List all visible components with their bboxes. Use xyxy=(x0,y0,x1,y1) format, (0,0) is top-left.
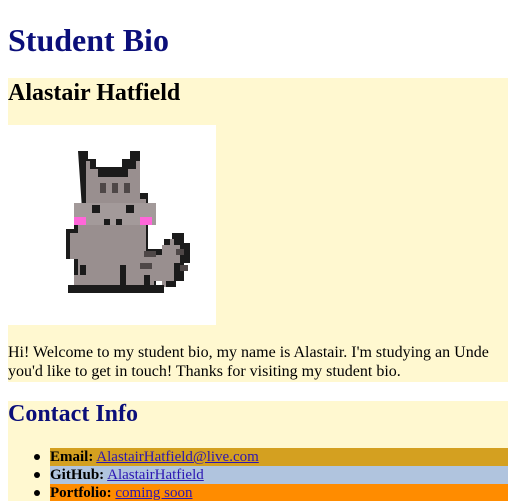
bio-intro-line-1: Hi! Welcome to my student bio, my name i… xyxy=(8,344,489,361)
cat-avatar xyxy=(8,125,216,325)
contact-portfolio-item: Portfolio: coming soon xyxy=(34,484,508,501)
student-bio-page: Student Bio Alastair Hatfield Hi! Welcom… xyxy=(0,0,508,501)
bio-intro-line-2: you'd like to get in touch! Thanks for v… xyxy=(8,363,401,380)
contact-github-item: GitHub: AlastairHatfield xyxy=(34,466,508,484)
contact-email-item: Email: AlastairHatfield@live.com xyxy=(34,448,508,466)
portfolio-label: Portfolio: xyxy=(50,485,112,501)
bullet-icon xyxy=(34,490,40,496)
github-link[interactable]: AlastairHatfield xyxy=(107,467,204,483)
github-label: GitHub: xyxy=(50,467,105,483)
bullet-icon xyxy=(34,454,40,460)
bio-section: Alastair Hatfield Hi! Welcome to my stud… xyxy=(8,78,508,382)
bullet-icon xyxy=(34,472,40,478)
bio-intro: Hi! Welcome to my student bio, my name i… xyxy=(8,343,508,381)
contact-list: Email: AlastairHatfield@live.com GitHub:… xyxy=(34,448,508,501)
portfolio-link[interactable]: coming soon xyxy=(115,485,192,501)
email-link[interactable]: AlastairHatfield@live.com xyxy=(96,449,259,465)
email-label: Email: xyxy=(50,449,94,465)
student-name: Alastair Hatfield xyxy=(8,80,181,106)
pixel-cat-icon xyxy=(8,125,216,325)
contact-section: Contact Info Email: AlastairHatfield@liv… xyxy=(8,401,508,501)
page-title: Student Bio xyxy=(8,22,169,58)
contact-title: Contact Info xyxy=(8,401,138,427)
